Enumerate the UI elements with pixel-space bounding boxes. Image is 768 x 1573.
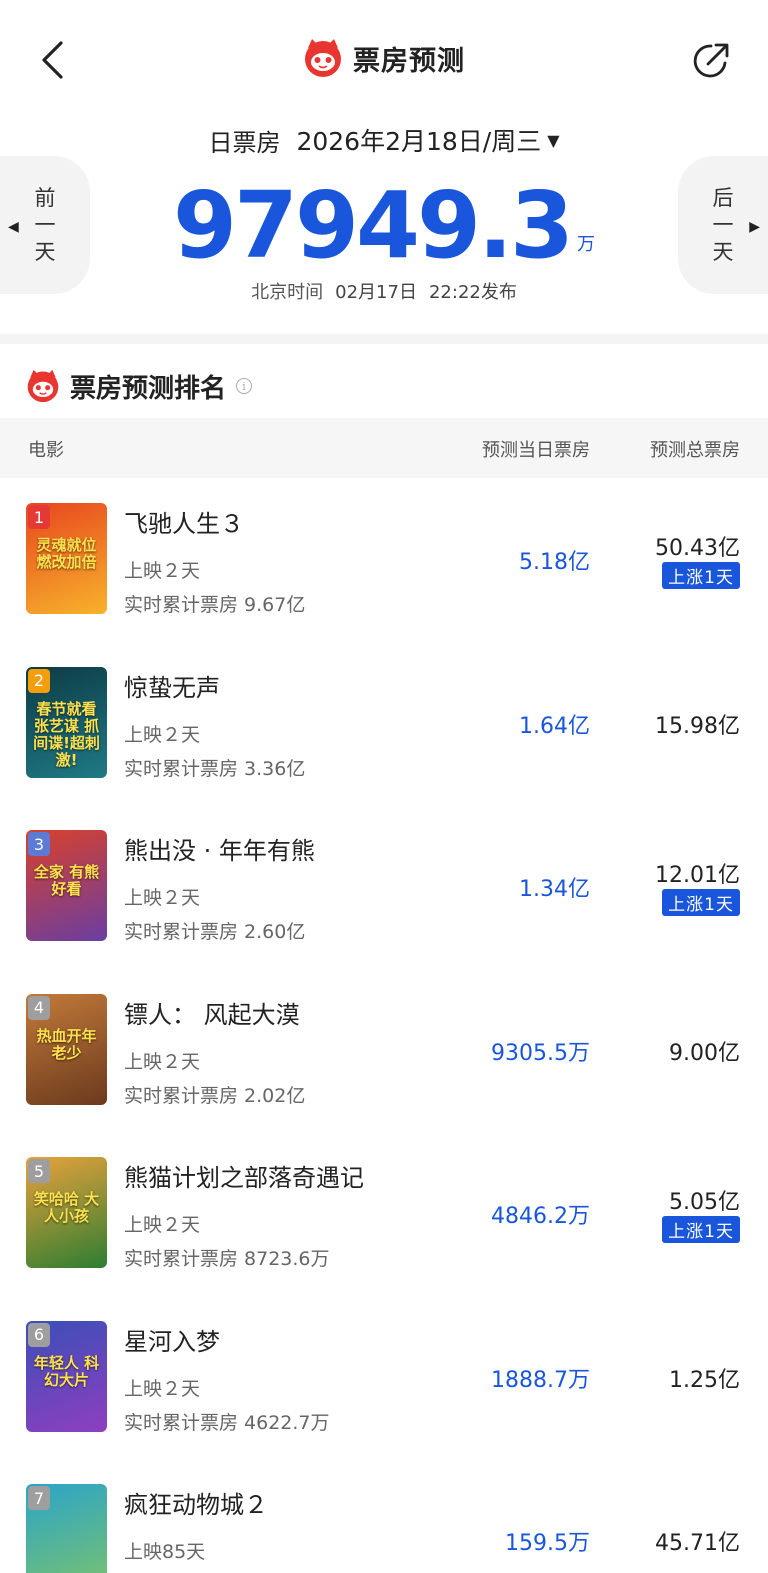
release-days: 上映２天 xyxy=(124,723,201,746)
release-days: 上映２天 xyxy=(124,887,201,909)
page-title-group: 票房预测 xyxy=(0,38,768,78)
day-forecast-value: 1888.7万 xyxy=(491,1367,590,1393)
table-row[interactable]: 全家 有熊 好看 3 熊出没 · 年年有熊上映２天实时累计票房 2.60亿 1.34亿… xyxy=(0,805,768,969)
poster-art-text: 热血开年 老少 xyxy=(36,1026,97,1062)
total-forecast-value: 1.25亿 xyxy=(669,1367,740,1393)
rank-badge: 5 xyxy=(28,1159,50,1183)
movie-title: 惊蛰无声 xyxy=(124,673,220,702)
rank-badge: 7 xyxy=(28,1486,50,1510)
total-forecast-value: 50.43亿 xyxy=(655,536,740,561)
table-row[interactable]: 年轻人 科幻大片 6 星河入梦上映２天实时累计票房 4622.7万 1888.7万 1.… xyxy=(0,1296,768,1460)
cumulative-box-office: 实时累计票房 2.02亿 xyxy=(124,1084,306,1107)
trend-badge: 上涨1天 xyxy=(662,889,740,916)
rank-badge: 2 xyxy=(28,668,50,693)
movie-title: 熊猫计划之部落奇遇记 xyxy=(124,1164,364,1192)
daily-box-office-summary: 97949.3 万 xyxy=(0,176,768,276)
dropdown-caret-icon: ▼ xyxy=(547,130,560,150)
movie-title: 星河入梦 xyxy=(124,1327,220,1356)
share-icon xyxy=(693,43,729,78)
movie-poster[interactable]: 春节就看张艺谋 抓间谍!超刺激! 2 xyxy=(26,666,107,778)
day-forecast-value: 1.34亿 xyxy=(519,877,590,902)
rank-badge: 3 xyxy=(28,832,50,856)
release-days: 上映２天 xyxy=(124,1214,201,1236)
table-row[interactable]: 笑哈哈 大人小孩 5 熊猫计划之部落奇遇记上映２天实时累计票房 8723.6万 484… xyxy=(0,1132,768,1296)
day-forecast-value: 9305.5万 xyxy=(491,1040,590,1066)
column-total-forecast[interactable]: 预测总票房 xyxy=(650,436,740,462)
poster-art-text: 笑哈哈 大人小孩 xyxy=(33,1190,100,1225)
table-row[interactable]: 热血开年 老少 4 镖人： 风起大漠上映２天实时累计票房 2.02亿 9305.5万 9… xyxy=(0,969,768,1133)
column-movie: 电影 xyxy=(28,440,64,461)
release-days: 上映85天 xyxy=(124,1541,206,1563)
day-forecast-value: 159.5万 xyxy=(505,1531,590,1556)
total-forecast-value: 12.01亿 xyxy=(655,863,740,888)
cat-logo-icon xyxy=(27,369,59,403)
poster-art-text: 全家 有熊 好看 xyxy=(33,863,100,898)
rank-badge: 1 xyxy=(28,505,50,529)
poster-art-text: 年轻人 科幻大片 xyxy=(33,1353,100,1389)
table-row[interactable]: 7 疯狂动物城２ 上映85天 159.5万 45.71亿 xyxy=(0,1459,768,1573)
section-divider xyxy=(0,334,768,344)
daily-box-office-unit: 万 xyxy=(577,234,596,255)
movie-title: 镖人： 风起大漠 xyxy=(124,1000,300,1029)
rank-badge: 4 xyxy=(28,995,50,1020)
total-forecast-value: 5.05亿 xyxy=(669,1190,740,1215)
movie-title: 飞驰人生３ xyxy=(124,510,244,538)
ranking-list: 灵魂就位 燃改加倍 1 飞驰人生３ 上映２天 实时累计票房 9.67亿 5.18亿 50.4… xyxy=(0,478,768,1573)
release-days: 上映２天 xyxy=(124,1377,201,1400)
info-icon[interactable]: i xyxy=(236,378,253,394)
release-days: 上映２天 xyxy=(124,1050,201,1073)
day-forecast-value: 4846.2万 xyxy=(491,1204,590,1229)
page-title: 票房预测 xyxy=(353,45,465,77)
day-forecast-value: 1.64亿 xyxy=(519,713,590,739)
total-forecast-value: 45.71亿 xyxy=(655,1531,740,1556)
cumulative-box-office: 实时累计票房 4622.7万 xyxy=(124,1411,330,1434)
cumulative-box-office: 实时累计票房 3.36亿 xyxy=(124,757,306,780)
date-value: 2026年2月18日/周三 xyxy=(296,127,542,156)
poster-art-text: 灵魂就位 燃改加倍 xyxy=(36,536,97,571)
ranking-title: 票房预测排名 xyxy=(70,373,227,404)
cumulative-box-office: 实时累计票房 8723.6万 xyxy=(124,1248,330,1270)
cumulative-box-office: 实时累计票房 9.67亿 xyxy=(124,594,306,616)
publish-time: 北京时间 02月17日 22:22发布 xyxy=(251,282,517,303)
share-button[interactable] xyxy=(688,38,734,84)
movie-poster[interactable]: 全家 有熊 好看 3 xyxy=(26,830,107,941)
table-header: 电影 预测当日票房 预测总票房 xyxy=(0,418,768,478)
total-forecast-value: 9.00亿 xyxy=(669,1040,740,1066)
table-row[interactable]: 春节就看张艺谋 抓间谍!超刺激! 2 惊蛰无声上映２天实时累计票房 3.36亿 1.6… xyxy=(0,642,768,806)
poster-art-text: 春节就看张艺谋 抓间谍!超刺激! xyxy=(33,699,100,769)
table-row[interactable]: 灵魂就位 燃改加倍 1 飞驰人生３ 上映２天实时累计票房 9.67亿 5.18亿 50.4… xyxy=(0,478,768,642)
top-bar: 票房预测 xyxy=(0,0,768,120)
daily-box-office-value: 97949.3 xyxy=(172,172,574,279)
cumulative-box-office: 实时累计票房 2.60亿 xyxy=(124,921,306,943)
movie-poster[interactable]: 7 xyxy=(26,1484,107,1573)
movie-title: 熊出没 · 年年有熊 xyxy=(124,837,315,865)
movie-poster[interactable]: 年轻人 科幻大片 6 xyxy=(26,1320,107,1432)
date-selector[interactable]: 日票房 2026年2月18日/周三 ▼ xyxy=(0,120,768,160)
trend-badge: 上涨1天 xyxy=(662,1216,740,1243)
rank-badge: 6 xyxy=(28,1322,50,1347)
date-type-label: 日票房 xyxy=(208,128,281,157)
movie-title: 疯狂动物城２ xyxy=(124,1491,268,1519)
total-forecast-value: 15.98亿 xyxy=(655,713,740,739)
trend-badge: 上涨1天 xyxy=(662,562,740,589)
ranking-section-header: 票房预测排名 i xyxy=(26,366,253,406)
day-forecast-value: 5.18亿 xyxy=(519,550,590,575)
movie-poster[interactable]: 笑哈哈 大人小孩 5 xyxy=(26,1157,107,1268)
movie-poster[interactable]: 热血开年 老少 4 xyxy=(26,993,107,1105)
release-days: 上映２天 xyxy=(124,560,201,582)
movie-poster[interactable]: 灵魂就位 燃改加倍 1 xyxy=(26,503,107,614)
column-day-forecast[interactable]: 预测当日票房 xyxy=(482,436,590,462)
cat-logo-icon xyxy=(305,39,341,77)
